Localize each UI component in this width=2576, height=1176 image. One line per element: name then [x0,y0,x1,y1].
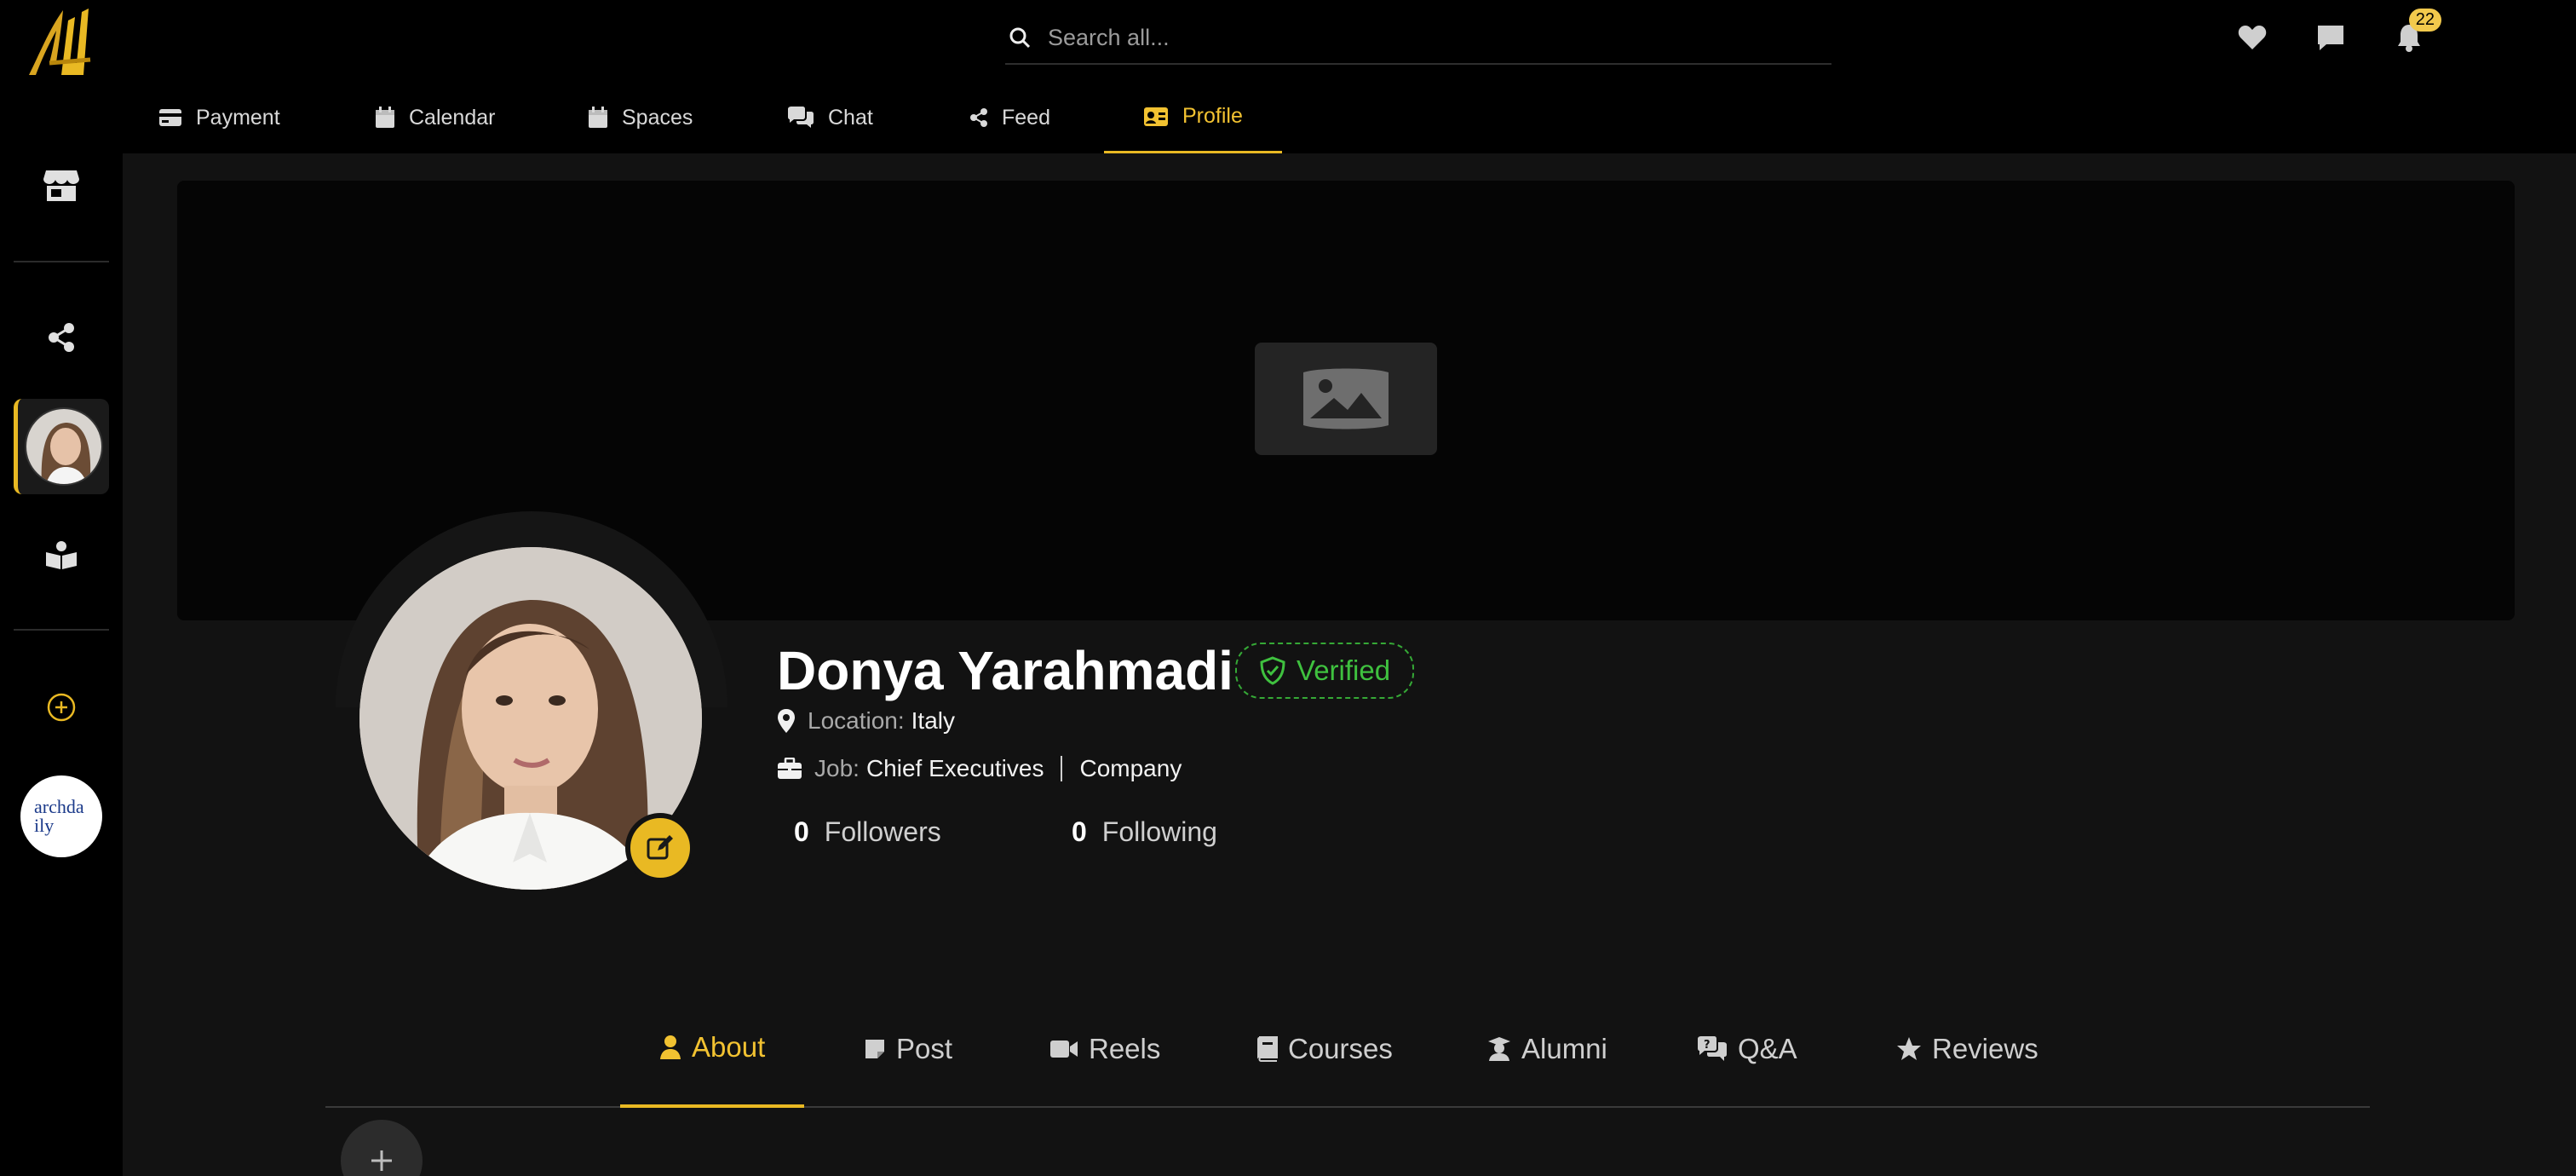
messages-button[interactable] [2307,14,2355,61]
tab-calendar[interactable]: Calendar [375,82,495,153]
followers-count[interactable]: 0 Followers [794,816,941,848]
id-card-icon [1144,107,1168,126]
brand-logo: archdaily [20,775,102,857]
credit-card-icon [159,109,181,126]
tab-payment[interactable]: Payment [158,82,280,153]
video-icon [1050,1041,1078,1058]
sidebar-share[interactable] [14,290,109,385]
share-icon [49,323,74,352]
tab-reels[interactable]: Reels [1049,990,1160,1108]
book-reader-icon [46,541,77,569]
verified-badge: Verified [1235,643,1415,699]
main-nav: Payment Calendar Spaces Chat Feed Profil… [123,82,2576,153]
location-row: Location: Italy [777,707,955,735]
store-icon [43,170,79,201]
tab-qa[interactable]: ? Q&A [1697,990,1797,1108]
comments-question-icon: ? [1698,1036,1727,1061]
shield-check-icon [1260,656,1285,685]
sidebar-store[interactable] [14,138,109,233]
message-icon [2318,26,2343,50]
favorites-button[interactable] [2228,14,2276,61]
following-count[interactable]: 0 Following [1072,816,1217,848]
plus-circle-icon [47,693,76,722]
app-logo[interactable] [24,3,101,80]
left-sidebar: archdaily [0,0,123,1176]
sidebar-add-button[interactable] [14,660,109,755]
avatar [24,407,103,486]
divider [1061,756,1063,781]
search-input[interactable] [1048,24,1797,51]
tab-reviews[interactable]: Reviews [1896,990,2038,1108]
tab-chat[interactable]: Chat [787,82,873,153]
search-bar[interactable] [1005,12,1831,65]
map-pin-icon [778,709,795,733]
tab-about[interactable]: About [620,990,805,1108]
svg-text:?: ? [1704,1039,1711,1052]
sidebar-profile[interactable] [14,399,109,494]
book-icon [1257,1036,1278,1062]
plus-icon [371,1150,392,1171]
search-icon [1009,27,1031,49]
notification-badge: 22 [2408,9,2441,32]
chat-icon [788,107,814,128]
edit-icon [647,835,673,860]
tab-spaces[interactable]: Spaces [588,82,693,153]
tab-profile[interactable]: Profile [1104,82,1282,153]
add-section-button[interactable] [341,1120,423,1176]
calendar-icon [376,107,394,128]
tab-alumni[interactable]: Alumni [1487,990,1607,1108]
graduate-icon [1488,1037,1510,1061]
heart-icon [2238,26,2267,49]
user-icon [660,1035,681,1059]
notifications-button[interactable]: 22 [2385,9,2441,61]
sidebar-learning[interactable] [14,508,109,603]
tab-courses[interactable]: Courses [1256,990,1393,1108]
sidebar-brand-archdaily[interactable]: archdaily [14,769,109,864]
edit-avatar-button[interactable] [625,813,695,883]
profile-name: Donya Yarahmadi [777,640,1233,701]
profile-tabs: About Post Reels Courses Alumni ? Q&A Re… [325,990,2370,1108]
sidebar-divider [14,629,109,631]
job-row: Job: Chief Executives Company [777,755,1182,782]
image-placeholder[interactable] [1255,343,1437,455]
tab-post[interactable]: Post [864,990,952,1108]
share-icon [970,108,987,127]
profile-page: Donya Yarahmadi Verified Location: Italy… [123,153,2576,1176]
tab-feed[interactable]: Feed [969,82,1050,153]
note-icon [865,1040,884,1058]
image-icon [1303,368,1389,429]
calendar-icon [589,107,607,128]
star-icon [1897,1037,1921,1060]
briefcase-icon [778,758,802,779]
sidebar-divider [14,261,109,262]
